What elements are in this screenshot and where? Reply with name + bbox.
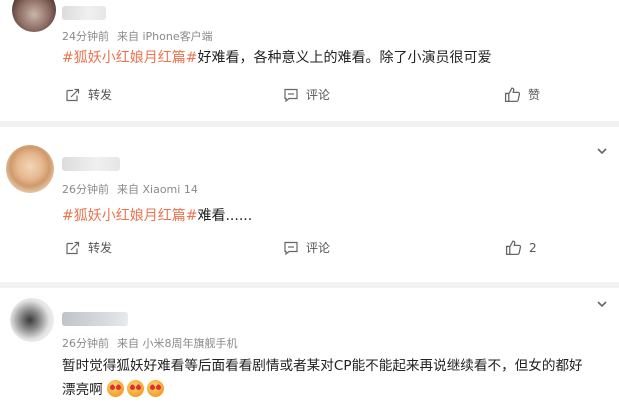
comment-card-2: 26分钟前 来自 Xiaomi 14 #狐妖小红娘月红篇#难看...... 转发 …	[0, 127, 619, 282]
like-count: 2	[529, 240, 537, 255]
action-bar: 转发 评论 2	[0, 239, 619, 259]
comment-time: 26分钟前	[62, 183, 109, 196]
comment-icon	[284, 88, 298, 102]
topic-link[interactable]: #狐妖小红娘月红篇#	[62, 50, 197, 66]
comment-meta: 24分钟前 来自 iPhone客户端	[62, 28, 213, 44]
user-name-blurred[interactable]	[62, 157, 120, 171]
comment-text-line-1: 暂时觉得狐妖好难看等后面看看剧情或者某对CP能不能起来再说继续看不，但女的都好	[62, 358, 583, 374]
repost-button[interactable]: 转发	[65, 86, 112, 103]
comment-body: 漂亮啊	[62, 382, 103, 398]
comment-label: 评论	[306, 88, 331, 102]
comment-text: #狐妖小红娘月红篇#难看......	[62, 205, 252, 225]
comment-source: 来自 Xiaomi 14	[117, 183, 198, 196]
user-name-blurred[interactable]	[62, 6, 106, 20]
topic-link[interactable]: #狐妖小红娘月红篇#	[62, 208, 197, 224]
chevron-down-icon[interactable]	[595, 144, 609, 158]
repost-icon	[66, 241, 80, 254]
emoji-heart-eyes	[107, 380, 125, 397]
comment-card-3: 26分钟前 来自 小米8周年旗舰手机 暂时觉得狐妖好难看等后面看看剧情或者某对CP…	[0, 288, 619, 420]
avatar[interactable]	[12, 0, 56, 32]
repost-label: 转发	[88, 88, 113, 102]
repost-button[interactable]: 转发	[65, 239, 112, 256]
comment-text: #狐妖小红娘月红篇#好难看，各种意义上的难看。除了小演员很可爱	[62, 47, 491, 67]
comment-card-1: 24分钟前 来自 iPhone客户端 #狐妖小红娘月红篇#好难看，各种意义上的难看…	[0, 0, 619, 120]
avatar[interactable]	[6, 145, 54, 193]
repost-icon	[66, 88, 80, 101]
chevron-down-icon[interactable]	[595, 297, 609, 311]
comment-time: 26分钟前	[62, 337, 109, 350]
comment-label: 评论	[306, 241, 331, 255]
comment-time: 24分钟前	[62, 30, 109, 43]
thumbs-up-icon	[505, 240, 522, 256]
comment-body: 难看......	[197, 208, 253, 224]
comment-button[interactable]: 评论	[283, 239, 330, 256]
avatar[interactable]	[10, 298, 54, 342]
like-button[interactable]: 2	[505, 239, 537, 256]
like-label: 赞	[528, 88, 541, 102]
like-button[interactable]: 赞	[504, 86, 540, 103]
comment-text-line-2: 漂亮啊	[62, 378, 167, 398]
user-name-blurred[interactable]	[62, 312, 128, 326]
thumbs-up-icon	[504, 87, 521, 103]
emoji-heart-eyes	[147, 380, 165, 397]
comment-button[interactable]: 评论	[283, 86, 330, 103]
emoji-heart-eyes	[127, 380, 145, 397]
comment-source: 来自 小米8周年旗舰手机	[117, 337, 238, 350]
comment-source: 来自 iPhone客户端	[117, 30, 213, 43]
repost-label: 转发	[88, 241, 113, 255]
comment-meta: 26分钟前 来自 小米8周年旗舰手机	[62, 335, 238, 351]
comment-body: 好难看，各种意义上的难看。除了小演员很可爱	[197, 50, 492, 66]
action-bar: 转发 评论 赞	[0, 86, 619, 106]
comment-meta: 26分钟前 来自 Xiaomi 14	[62, 181, 198, 197]
comment-icon	[284, 241, 298, 255]
